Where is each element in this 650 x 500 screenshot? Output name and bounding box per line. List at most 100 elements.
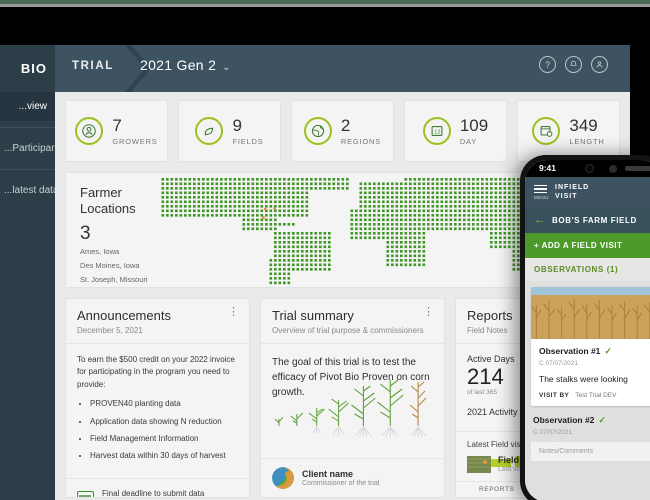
trial-summary-subtitle: Overview of trial purpose & commissioner… [272,326,424,335]
user-profile-icon[interactable] [591,56,608,73]
calendar-icon [77,491,94,497]
map-info: Farmer Locations 3 Ames, Iowa Des Moines… [80,185,148,285]
deadline-line-1: Final deadline to submit data [102,488,205,498]
announcements-bullet-list: PROVEN40 planting data Application data … [90,398,238,463]
stat-card-row: 7 GROWERS 9 FIELDS 2 REGIONS 1 2 109 DAY… [65,100,620,162]
visit-by-row: VISIT BY Test Trial DEV [539,392,649,399]
sidebar-item-latest-data[interactable]: ...latest data [0,176,58,205]
person-glyph [596,61,603,68]
check-icon: ✓ [604,345,612,356]
globe-icon [303,117,332,145]
observation-title-text: Observation #2 [533,415,595,426]
phone-nav-title: INFIELD VISIT [555,183,589,202]
deadline-text: Final deadline to submit data is Novembe… [102,488,205,498]
stat-card-regions[interactable]: 2 REGIONS [291,100,394,162]
calendar-day-icon: 12 [422,117,451,145]
sidebar-item-participants[interactable]: ...Participants [0,134,65,163]
list-item[interactable]: Observation #1 ✓ C 07/07/2021 The stalks… [531,286,650,406]
observation-date: C 07/07/2021 [533,428,573,436]
brand-logo: BIO [20,61,47,76]
observations-section-header: OBSERVATIONS (1) [525,257,650,281]
phone-nav-bar: MENU INFIELD VISIT [525,177,650,208]
stat-label: GROWERS [112,136,158,146]
menu-label: MENU [534,195,549,201]
list-item: Field Management Information [90,433,238,445]
svg-text:2: 2 [437,130,440,136]
field-thumbnail-image [467,455,491,473]
breadcrumb-title[interactable]: 2021 Gen 2 ⌄ [140,57,231,73]
client-logo-icon [272,467,294,489]
list-item: Application data showing N reduction [90,416,238,428]
phone-mockup: 9:41 MENU INFIELD VISIT ← BOB'S FARM FIE… [520,155,650,500]
battery-icon [625,166,650,171]
visit-by-label: VISIT BY [539,391,570,399]
notes-comments-input[interactable]: Notes/Comments [531,441,650,461]
stat-card-day[interactable]: 12 109 DAY [404,100,507,162]
map-location-2: Des Moines, Iowa [80,260,140,270]
stat-value: 109 [459,115,489,135]
stat-card-growers[interactable]: 7 GROWERS [65,100,168,162]
map-title-line1: Farmer [80,185,122,200]
sensor-icon [609,164,617,173]
announcements-deadline: Final deadline to submit data is Novembe… [66,477,249,498]
map-location-1: Ames, Iowa [80,246,120,256]
observations-list: Observation #1 ✓ C 07/07/2021 The stalks… [525,280,650,500]
stat-card-length[interactable]: 349 LENGTH [517,100,620,162]
sidebar-item-overview[interactable]: ...view [0,92,55,121]
back-arrow-icon[interactable]: ← [534,214,545,226]
chevron-down-icon[interactable]: ⌄ [222,62,231,73]
trial-summary-menu-icon[interactable]: ⋮ [423,307,434,317]
stat-label: FIELDS [232,136,264,146]
announcements-menu-icon[interactable]: ⋮ [228,307,239,317]
sidebar: BIO ...view ...Participants ...latest da… [0,45,65,500]
stat-label: LENGTH [569,136,605,146]
notification-bell-icon[interactable] [565,56,582,73]
stat-card-fields[interactable]: 9 FIELDS [178,100,281,162]
corn-growth-stages-illustration [269,364,436,439]
visit-by-value: Test Trial DEV [575,391,617,399]
announcements-intro: To earn the $500 credit on your 2022 inv… [77,355,235,389]
stat-value: 2 [340,115,351,135]
observation-body: Observation #1 ✓ C 07/07/2021 The stalks… [531,339,650,406]
list-item[interactable]: Observation #2 ✓ C 07/07/2021 Notes/Comm… [531,413,650,461]
phone-field-title: BOB'S FARM FIELD [552,215,637,225]
client-name: Client name [302,469,354,479]
client-role: Commissioner of the trial [302,480,380,487]
observation-title: Observation #2 ✓ [531,413,650,426]
top-bar: TRIAL 2021 Gen 2 ⌄ ? [55,45,630,92]
trial-summary-card: Trial summary Overview of trial purpose … [260,298,445,498]
trial-summary-header: Trial summary Overview of trial purpose … [261,299,444,344]
announcements-date: December 5, 2021 [77,326,143,335]
map-location-count: 3 [80,222,91,244]
observation-title: Observation #1 ✓ [539,346,649,357]
leaf-icon [195,117,224,145]
map-location-3: St. Joseph, Missouri [80,275,148,284]
help-icon[interactable]: ? [539,56,556,73]
announcements-title: Announcements [77,308,171,323]
phone-status-bar: 9:41 [525,160,650,177]
nav-title-line2: VISIT [555,193,578,201]
stat-label: REGIONS [340,136,382,146]
bell-glyph [569,60,578,66]
menu-icon[interactable]: MENU [534,184,549,201]
observation-date: C 07/07/2021 [539,359,579,367]
stat-label: DAY [459,136,478,146]
trial-summary-title: Trial summary [272,308,354,323]
add-field-visit-button[interactable]: + ADD A FIELD VISIT [525,232,650,258]
topbar-icon-group: ? [539,56,608,73]
trial-client-footer[interactable]: Client name Commissioner of the trial [261,458,444,497]
map-title-line2: Locations [80,201,136,217]
check-icon: ✓ [598,414,606,425]
breadcrumb-title-text: 2021 Gen 2 [140,57,217,73]
status-time: 9:41 [539,163,557,173]
client-info: Client name Commissioner of the trial [302,469,379,487]
phone-back-bar[interactable]: ← BOB'S FARM FIELD [525,207,650,233]
sidebar-divider-1 [0,127,55,128]
nav-title-line1: INFIELD [555,184,590,191]
help-icon-glyph: ? [544,59,550,70]
phone-screen: 9:41 MENU INFIELD VISIT ← BOB'S FARM FIE… [525,160,650,500]
announcements-body: To earn the $500 credit on your 2022 inv… [66,344,249,478]
stat-value: 9 [232,115,242,135]
front-camera-icon [585,164,594,173]
breadcrumb-trial[interactable]: TRIAL [72,60,114,72]
